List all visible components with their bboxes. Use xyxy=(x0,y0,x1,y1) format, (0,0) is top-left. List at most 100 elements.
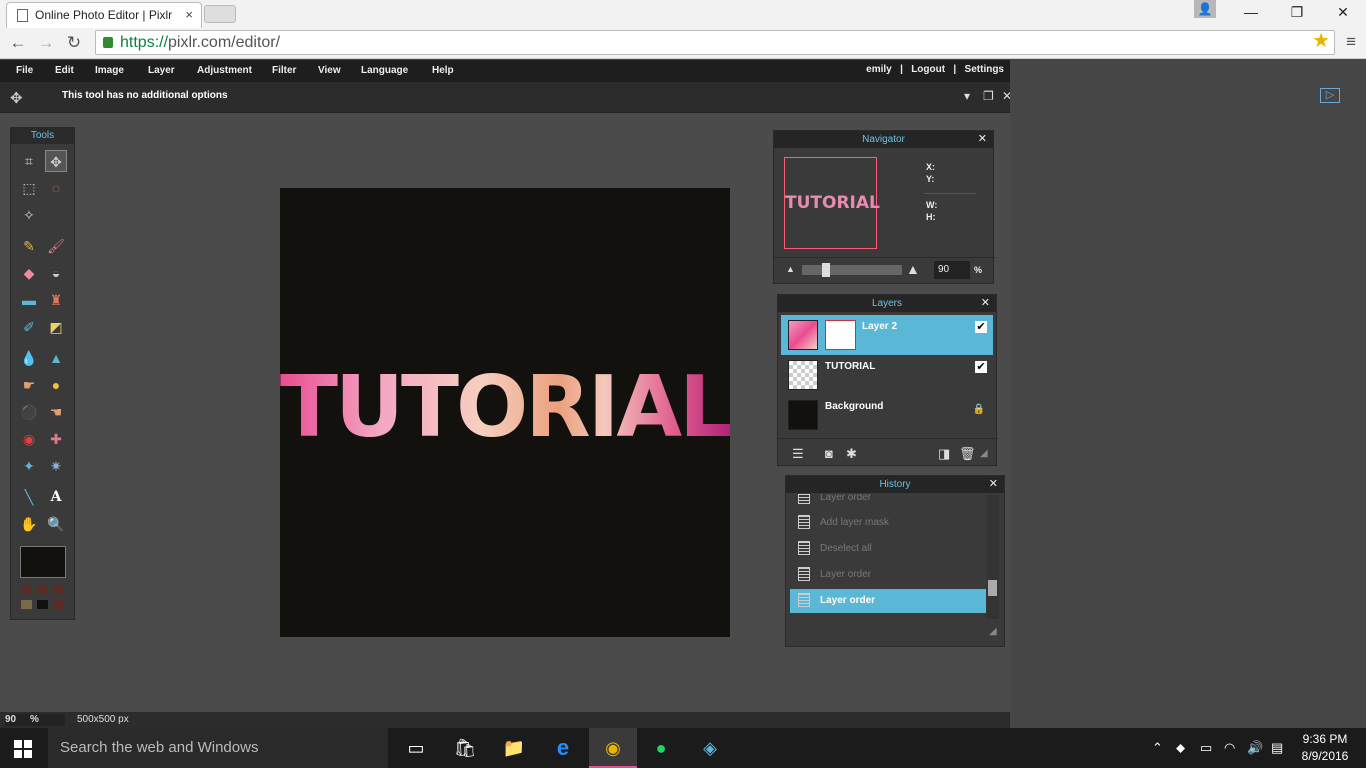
image-canvas[interactable]: TUTORIAL xyxy=(280,188,730,637)
zoom-out-icon[interactable]: ▲ xyxy=(786,264,795,274)
history-item[interactable]: Add layer mask xyxy=(790,511,986,535)
restore-icon[interactable]: ❐ xyxy=(1274,0,1320,24)
marquee-tool-icon[interactable]: ⬚ xyxy=(18,177,40,199)
layers-close-icon[interactable]: ✕ xyxy=(981,295,990,312)
history-scrollbar[interactable] xyxy=(987,495,999,619)
tab-close-icon[interactable]: × xyxy=(185,7,193,22)
wand-tool-icon[interactable]: ✧ xyxy=(18,204,40,226)
sponge-tool-icon[interactable]: ● xyxy=(45,374,67,396)
hand-tool-icon[interactable]: ✋ xyxy=(18,513,40,535)
ad-choices-icon[interactable]: ▷ xyxy=(1320,88,1340,103)
layer-mask-thumbnail[interactable] xyxy=(825,320,856,350)
menu-layer[interactable]: Layer xyxy=(148,65,175,76)
history-item[interactable]: Layer order xyxy=(790,563,986,587)
resize-grip-icon[interactable]: ◢ xyxy=(989,626,997,637)
layer-row-layer-2[interactable]: Layer 2 ✔ xyxy=(781,315,993,355)
zoom-input[interactable]: 90 xyxy=(934,261,970,279)
history-scrollbar-thumb[interactable] xyxy=(988,580,997,596)
back-icon[interactable]: ← xyxy=(6,32,30,54)
burn-tool-icon[interactable]: ⚫ xyxy=(18,401,40,423)
reload-icon[interactable]: ↻ xyxy=(62,32,86,54)
color-swatch[interactable] xyxy=(53,600,64,609)
settings-link[interactable]: Settings xyxy=(965,64,1004,75)
volume-icon[interactable]: 🔊 xyxy=(1247,740,1263,756)
close-window-icon[interactable]: ✕ xyxy=(1320,0,1366,24)
color-swatch[interactable] xyxy=(37,585,48,594)
menu-language[interactable]: Language xyxy=(361,65,408,76)
pinch-tool-icon[interactable]: ✷ xyxy=(45,455,67,477)
battery-icon[interactable]: ▭ xyxy=(1200,740,1212,756)
color-swatch[interactable] xyxy=(53,585,64,594)
bloat-tool-icon[interactable]: ✦ xyxy=(18,455,40,477)
layer-settings-icon[interactable]: ☰ xyxy=(792,446,804,462)
brush-tool-icon[interactable]: 🖌 xyxy=(45,235,67,257)
move-tool-button[interactable]: ✥ xyxy=(45,150,67,172)
foreground-color-swatch[interactable] xyxy=(20,546,66,578)
edge-icon[interactable]: e xyxy=(550,736,576,760)
dropdown-arrow-icon[interactable]: ▾ xyxy=(964,89,970,103)
layer-row-tutorial[interactable]: TUTORIAL ✔ xyxy=(781,355,993,395)
tray-overflow-icon[interactable]: ⌃ xyxy=(1152,740,1163,756)
browser-tab-active[interactable]: Online Photo Editor | Pixlr × xyxy=(6,2,202,28)
spot-heal-tool-icon[interactable]: ✚ xyxy=(45,428,67,450)
start-icon[interactable] xyxy=(14,740,32,758)
bookmark-star-icon[interactable]: ★ xyxy=(1312,30,1330,53)
color-picker-tool-icon[interactable]: ╲ xyxy=(18,486,40,508)
lasso-tool-icon[interactable]: ◌ xyxy=(45,177,67,199)
browser-menu-icon[interactable]: ≡ xyxy=(1346,32,1356,52)
spotify-icon[interactable]: ● xyxy=(648,736,674,760)
zoom-slider-handle[interactable] xyxy=(822,263,830,277)
add-mask-icon[interactable]: ◙ xyxy=(825,446,833,461)
navigator-preview[interactable]: TUTORIAL xyxy=(784,157,880,249)
color-swatch[interactable] xyxy=(21,600,32,609)
history-item[interactable]: Layer order xyxy=(790,494,986,510)
crop-tool-icon[interactable]: ⌗ xyxy=(18,150,40,172)
new-tab-button[interactable] xyxy=(204,5,236,23)
zoom-tool-icon[interactable]: 🔍 xyxy=(45,513,67,535)
smudge-tool-icon[interactable]: ☛ xyxy=(18,374,40,396)
resize-grip-icon[interactable]: ◢ xyxy=(980,448,988,459)
gradient-tool-icon[interactable]: ▬ xyxy=(18,289,40,311)
color-swatch[interactable] xyxy=(37,600,48,609)
menu-adjustment[interactable]: Adjustment xyxy=(197,65,252,76)
task-view-icon[interactable]: ▭ xyxy=(403,736,429,760)
pencil-tool-icon[interactable]: ✎ xyxy=(18,235,40,257)
clone-stamp-tool-icon[interactable]: ♜ xyxy=(45,289,67,311)
username-link[interactable]: emily xyxy=(866,64,892,75)
dropbox-icon[interactable]: ⬥ xyxy=(1176,740,1185,756)
color-swatch[interactable] xyxy=(21,585,32,594)
logout-link[interactable]: Logout xyxy=(911,64,945,75)
sharpen-tool-icon[interactable]: ▲ xyxy=(45,347,67,369)
history-item-current[interactable]: Layer order xyxy=(790,589,986,613)
forward-icon[interactable]: → xyxy=(34,32,58,54)
window-mode-icon[interactable]: ❐ xyxy=(983,89,994,103)
minimize-icon[interactable]: — xyxy=(1228,0,1274,24)
drawing-tool-icon[interactable]: ◩ xyxy=(45,316,67,338)
layer-visibility-checkbox[interactable]: ✔ xyxy=(975,321,987,333)
bucket-tool-icon[interactable]: ◒ xyxy=(45,262,67,284)
history-close-icon[interactable]: ✕ xyxy=(989,476,998,493)
profile-icon[interactable]: 👤 xyxy=(1194,0,1216,18)
history-item[interactable]: Deselect all xyxy=(790,537,986,561)
red-eye-tool-icon[interactable]: ◉ xyxy=(18,428,40,450)
app-icon[interactable]: ◈ xyxy=(697,736,723,760)
layer-visibility-checkbox[interactable]: ✔ xyxy=(975,361,987,373)
taskbar-search-input[interactable]: Search the web and Windows xyxy=(48,728,388,768)
action-center-icon[interactable]: ▤ xyxy=(1271,740,1283,756)
zoom-in-icon[interactable]: ▲ xyxy=(906,261,920,277)
wifi-icon[interactable]: ◠ xyxy=(1224,740,1235,756)
zoom-slider-track[interactable] xyxy=(802,265,902,275)
menu-view[interactable]: View xyxy=(318,65,341,76)
new-layer-icon[interactable]: ◨ xyxy=(938,446,950,462)
url-input[interactable]: https://pixlr.com/editor/ ★ xyxy=(95,30,1335,55)
layer-row-background[interactable]: Background 🔒 xyxy=(781,395,993,435)
menu-filter[interactable]: Filter xyxy=(272,65,296,76)
taskbar-clock[interactable]: 9:36 PM 8/9/2016 xyxy=(1290,731,1360,765)
dodge-tool-icon[interactable]: ☚ xyxy=(45,401,67,423)
delete-layer-icon[interactable]: 🗑 xyxy=(959,446,976,462)
menu-image[interactable]: Image xyxy=(95,65,124,76)
type-tool-icon[interactable]: A xyxy=(45,486,67,508)
blur-tool-icon[interactable]: 💧 xyxy=(18,347,40,369)
menu-help[interactable]: Help xyxy=(432,65,454,76)
file-explorer-icon[interactable]: 📁 xyxy=(501,736,527,760)
